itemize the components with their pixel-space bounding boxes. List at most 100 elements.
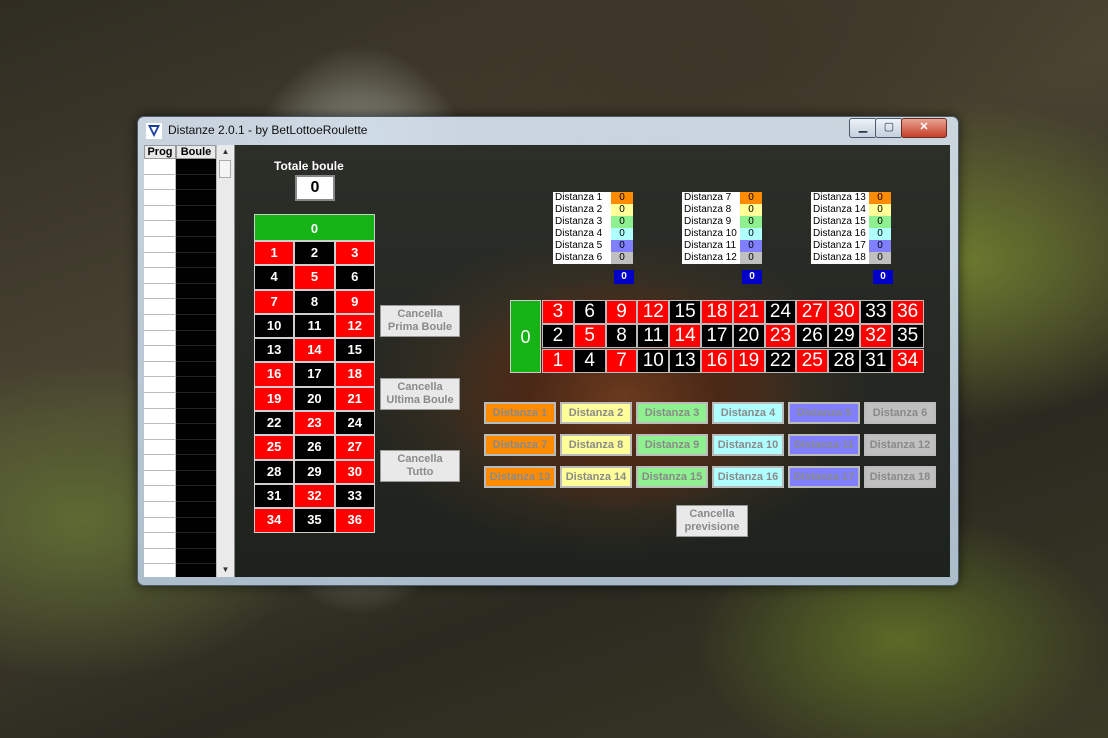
table-row[interactable] <box>144 486 216 503</box>
distance-button[interactable]: Distanza 17 <box>788 466 860 488</box>
table-row[interactable] <box>144 221 216 237</box>
distance-button[interactable]: Distanza 1 <box>484 402 556 424</box>
number-cell[interactable]: 31 <box>254 483 295 509</box>
number-cell[interactable]: 4 <box>254 265 295 290</box>
table-row[interactable] <box>144 439 216 456</box>
minimize-button[interactable]: ▁ <box>849 118 877 138</box>
header-boule[interactable]: Boule <box>176 145 216 159</box>
big-number-cell[interactable]: 21 <box>732 300 765 324</box>
big-number-cell[interactable]: 23 <box>764 324 797 349</box>
big-number-cell[interactable]: 4 <box>573 348 606 373</box>
distance-button[interactable]: Distanza 12 <box>864 434 936 456</box>
big-number-cell[interactable]: 8 <box>605 324 638 349</box>
distance-button[interactable]: Distanza 6 <box>864 402 936 424</box>
number-cell[interactable]: 33 <box>334 483 375 509</box>
distance-button[interactable]: Distanza 2 <box>560 402 632 424</box>
big-number-cell[interactable]: 6 <box>573 300 606 324</box>
distance-button[interactable]: Distanza 3 <box>636 402 708 424</box>
big-number-cell[interactable]: 29 <box>828 324 860 349</box>
big-number-cell[interactable]: 18 <box>700 300 733 324</box>
big-number-cell[interactable]: 24 <box>764 300 797 324</box>
number-cell[interactable]: 14 <box>294 338 335 363</box>
big-number-cell[interactable]: 22 <box>764 348 797 373</box>
table-row[interactable] <box>144 346 216 362</box>
table-row[interactable] <box>144 299 216 315</box>
number-cell[interactable]: 34 <box>254 508 295 533</box>
zero-cell[interactable]: 0 <box>254 214 375 241</box>
number-cell[interactable]: 25 <box>254 435 295 460</box>
scroll-thumb[interactable] <box>219 160 231 178</box>
number-cell[interactable]: 18 <box>334 362 375 387</box>
distance-button[interactable]: Distanza 18 <box>864 466 936 488</box>
number-cell[interactable]: 35 <box>294 508 335 533</box>
header-prog[interactable]: Prog <box>144 145 176 159</box>
distance-button[interactable]: Distanza 13 <box>484 466 556 488</box>
big-number-cell[interactable]: 9 <box>605 300 638 324</box>
distance-button[interactable]: Distanza 15 <box>636 466 708 488</box>
number-cell[interactable]: 11 <box>294 313 335 339</box>
big-number-cell[interactable]: 15 <box>669 300 701 324</box>
number-cell[interactable]: 1 <box>254 241 295 266</box>
cancella-prima-boule-button[interactable]: Cancella Prima Boule <box>380 305 460 337</box>
distance-button[interactable]: Distanza 16 <box>712 466 784 488</box>
cancella-tutto-button[interactable]: Cancella Tutto <box>380 450 460 482</box>
number-cell[interactable]: 12 <box>334 313 375 339</box>
table-row[interactable] <box>144 361 216 378</box>
number-cell[interactable]: 27 <box>334 435 375 460</box>
number-cell[interactable]: 36 <box>334 508 375 533</box>
distance-button[interactable]: Distanza 4 <box>712 402 784 424</box>
table-row[interactable] <box>144 268 216 284</box>
big-number-cell[interactable]: 26 <box>796 324 829 349</box>
distance-button[interactable]: Distanza 7 <box>484 434 556 456</box>
number-cell[interactable]: 9 <box>334 289 375 314</box>
big-number-cell[interactable]: 1 <box>542 348 574 373</box>
cancella-ultima-boule-button[interactable]: Cancella Ultima Boule <box>380 378 460 410</box>
table-row[interactable] <box>144 236 216 253</box>
table-row[interactable] <box>144 252 216 269</box>
big-number-cell[interactable]: 5 <box>573 324 606 349</box>
table-row[interactable] <box>144 470 216 487</box>
big-number-cell[interactable]: 7 <box>605 348 638 373</box>
number-cell[interactable]: 22 <box>254 411 295 436</box>
big-number-cell[interactable]: 19 <box>732 348 765 373</box>
big-number-cell[interactable]: 32 <box>859 324 892 349</box>
number-cell[interactable]: 28 <box>254 459 295 484</box>
distance-button[interactable]: Distanza 14 <box>560 466 632 488</box>
big-zero-cell[interactable]: 0 <box>510 300 541 373</box>
big-number-cell[interactable]: 13 <box>669 348 701 373</box>
big-number-cell[interactable]: 16 <box>700 348 733 373</box>
big-number-cell[interactable]: 30 <box>828 300 860 324</box>
table-row[interactable] <box>144 517 216 534</box>
distance-button[interactable]: Distanza 8 <box>560 434 632 456</box>
number-cell[interactable]: 5 <box>294 265 335 290</box>
table-row[interactable] <box>144 392 216 409</box>
big-number-cell[interactable]: 34 <box>891 348 924 373</box>
table-row[interactable] <box>144 533 216 549</box>
table-row[interactable] <box>144 424 216 440</box>
big-number-cell[interactable]: 3 <box>542 300 574 324</box>
maximize-button[interactable]: ▢ <box>875 118 903 138</box>
big-number-cell[interactable]: 31 <box>859 348 892 373</box>
close-button[interactable]: ✕ <box>901 118 947 138</box>
cancella-previsione-button[interactable]: Cancella previsione <box>676 505 748 537</box>
number-cell[interactable]: 6 <box>334 265 375 290</box>
number-cell[interactable]: 16 <box>254 362 295 387</box>
number-cell[interactable]: 3 <box>334 241 375 266</box>
table-row[interactable] <box>144 159 216 175</box>
number-cell[interactable]: 10 <box>254 313 295 339</box>
number-cell[interactable]: 19 <box>254 386 295 412</box>
big-number-cell[interactable]: 28 <box>828 348 860 373</box>
distance-button[interactable]: Distanza 5 <box>788 402 860 424</box>
table-row[interactable] <box>144 330 216 347</box>
number-cell[interactable]: 15 <box>334 338 375 363</box>
number-cell[interactable]: 20 <box>294 386 335 412</box>
table-row[interactable] <box>144 283 216 300</box>
number-cell[interactable]: 30 <box>334 459 375 484</box>
table-row[interactable] <box>144 314 216 331</box>
table-row[interactable] <box>144 377 216 393</box>
number-cell[interactable]: 7 <box>254 289 295 314</box>
list-scrollbar[interactable]: ▲ ▼ <box>216 145 234 577</box>
number-cell[interactable]: 32 <box>294 483 335 509</box>
table-row[interactable] <box>144 205 216 222</box>
distance-button[interactable]: Distanza 10 <box>712 434 784 456</box>
